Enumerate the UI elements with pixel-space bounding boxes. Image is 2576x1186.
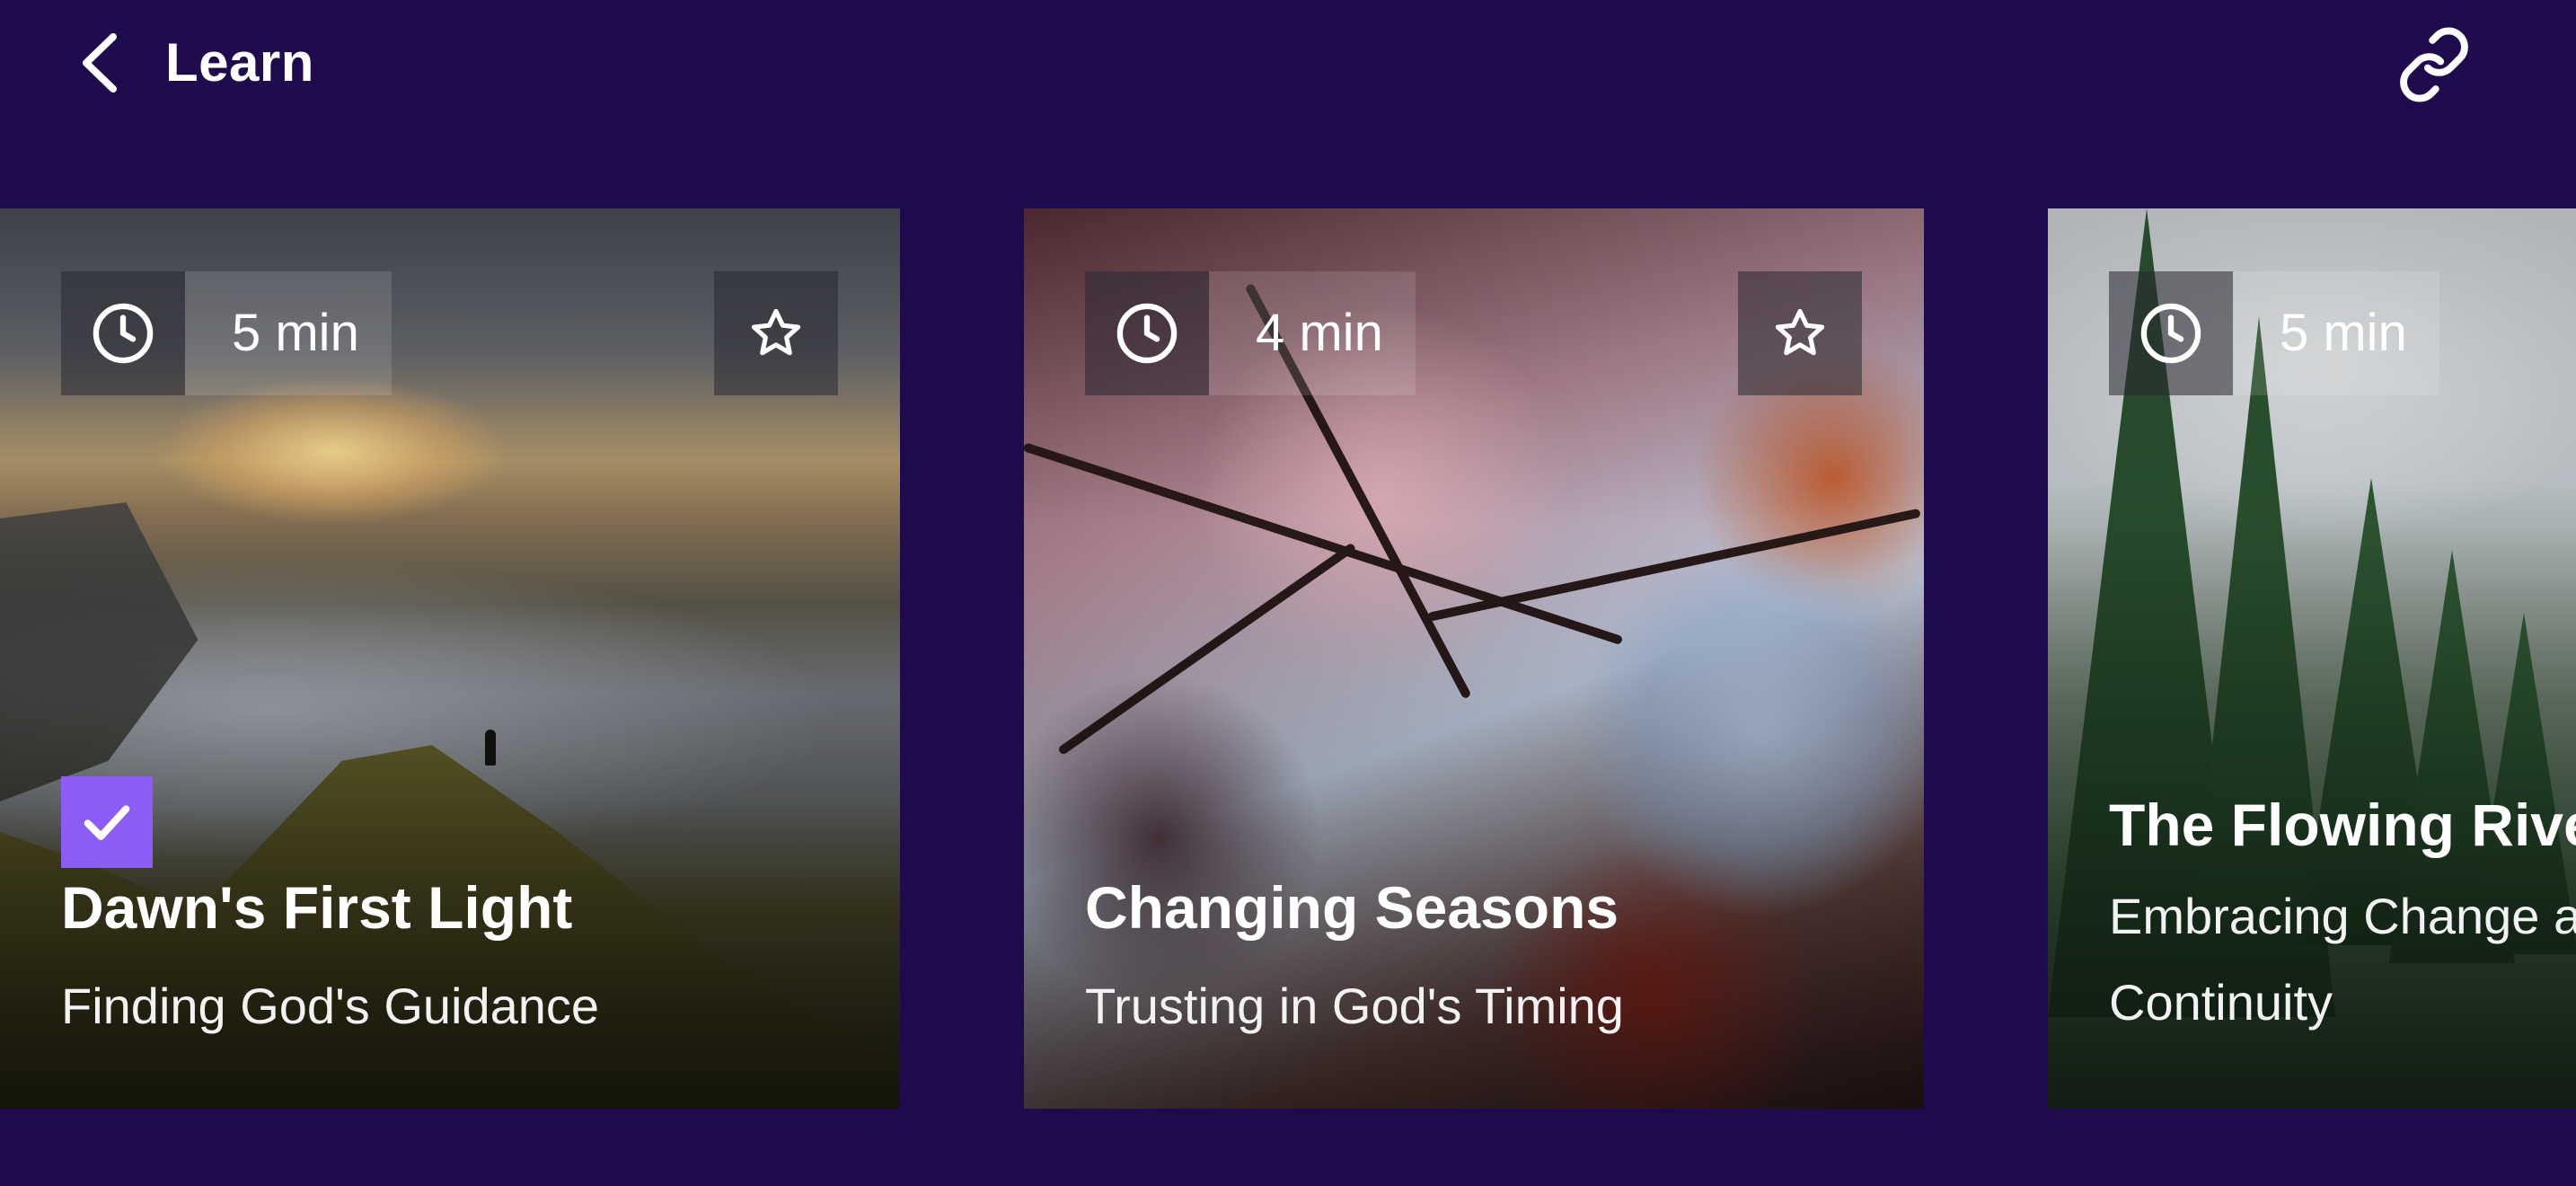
card-subtitle: Trusting in God's Timing xyxy=(1085,978,1624,1034)
duration-icon-box xyxy=(1085,271,1209,395)
clock-icon xyxy=(2140,303,2201,364)
star-icon xyxy=(1775,308,1825,356)
lesson-carousel[interactable]: 5 min Dawn's First Light Finding God's G… xyxy=(0,208,2576,1109)
lesson-card-dawns-first-light[interactable]: 5 min Dawn's First Light Finding God's G… xyxy=(0,208,900,1109)
duration-chip: 5 min xyxy=(61,271,392,395)
star-icon xyxy=(751,308,801,356)
lesson-card-changing-seasons[interactable]: 4 min Changing Seasons Trusting in God's… xyxy=(1024,208,1924,1109)
share-link-button[interactable] xyxy=(2389,20,2479,110)
checkmark-icon xyxy=(84,805,130,840)
duration-icon-box xyxy=(61,271,185,395)
clock-icon xyxy=(1116,303,1178,364)
card-title: The Flowing River xyxy=(2109,792,2576,858)
favorite-button[interactable] xyxy=(1738,271,1862,395)
duration-icon-box xyxy=(2109,271,2233,395)
duration-label: 4 min xyxy=(1209,271,1416,395)
back-button[interactable] xyxy=(70,27,128,99)
card-subtitle: Embracing Change and Continuity xyxy=(2109,888,2576,1031)
clock-icon xyxy=(93,303,154,364)
card-title: Changing Seasons xyxy=(1085,874,1619,941)
duration-label: 5 min xyxy=(185,271,392,395)
lesson-card-the-flowing-river[interactable]: 5 min The Flowing River Embracing Change… xyxy=(2048,208,2576,1109)
card-title: Dawn's First Light xyxy=(61,874,573,941)
app-bar: Learn xyxy=(0,0,2576,126)
duration-chip: 5 min xyxy=(2109,271,2439,395)
chevron-left-icon xyxy=(83,33,117,93)
link-icon xyxy=(2400,27,2468,102)
page-title: Learn xyxy=(165,32,314,93)
duration-chip: 4 min xyxy=(1085,271,1416,395)
completed-badge xyxy=(61,776,153,868)
duration-label: 5 min xyxy=(2233,271,2439,395)
card-subtitle: Finding God's Guidance xyxy=(61,978,600,1034)
favorite-button[interactable] xyxy=(714,271,838,395)
